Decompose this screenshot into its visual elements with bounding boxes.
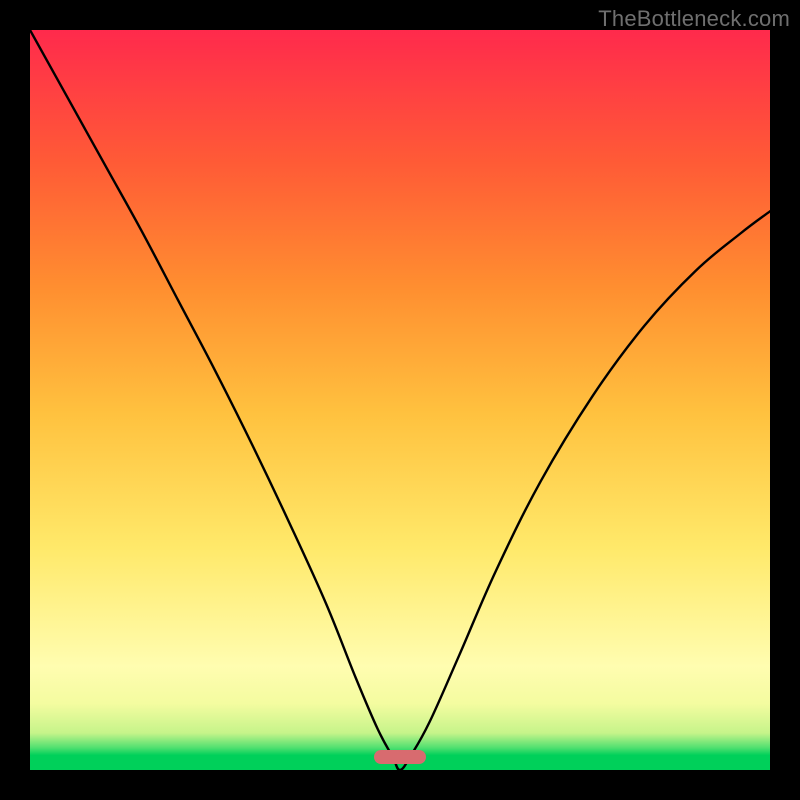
chart-frame: TheBottleneck.com <box>0 0 800 800</box>
watermark-text: TheBottleneck.com <box>598 6 790 32</box>
bottleneck-curve <box>30 30 770 770</box>
curve-path <box>30 30 770 770</box>
optimum-marker <box>374 750 426 764</box>
plot-area <box>30 30 770 770</box>
